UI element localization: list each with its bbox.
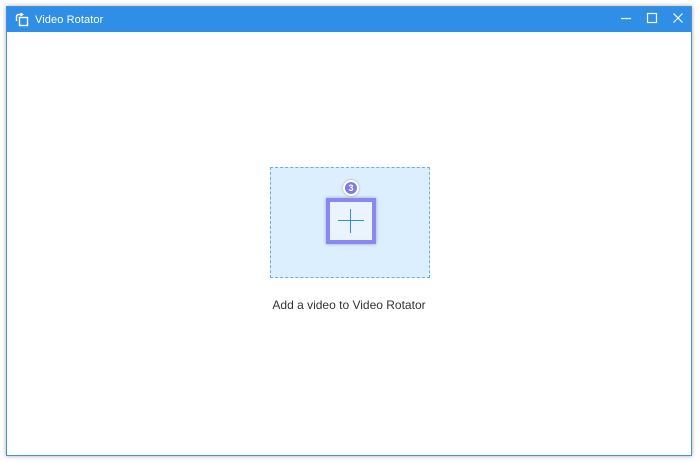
maximize-button[interactable] [639, 7, 665, 32]
minimize-icon [620, 11, 632, 29]
add-video-button[interactable] [326, 198, 376, 244]
close-button[interactable] [665, 7, 691, 32]
video-dropzone[interactable]: 3 [270, 167, 430, 278]
app-window: Video Rotator 3 Add a video to Video Rot… [6, 6, 692, 456]
plus-icon-vertical [350, 209, 351, 233]
title-bar[interactable]: Video Rotator [7, 7, 691, 32]
window-title: Video Rotator [35, 13, 104, 26]
minimize-button[interactable] [613, 7, 639, 32]
maximize-icon [646, 11, 658, 29]
close-icon [672, 11, 684, 29]
rotate-icon [15, 12, 29, 27]
step-badge: 3 [343, 180, 359, 196]
main-content: 3 Add a video to Video Rotator [7, 32, 691, 455]
window-controls [613, 7, 691, 32]
plus-icon-horizontal [338, 220, 364, 221]
add-video-hint: Add a video to Video Rotator [272, 298, 426, 312]
